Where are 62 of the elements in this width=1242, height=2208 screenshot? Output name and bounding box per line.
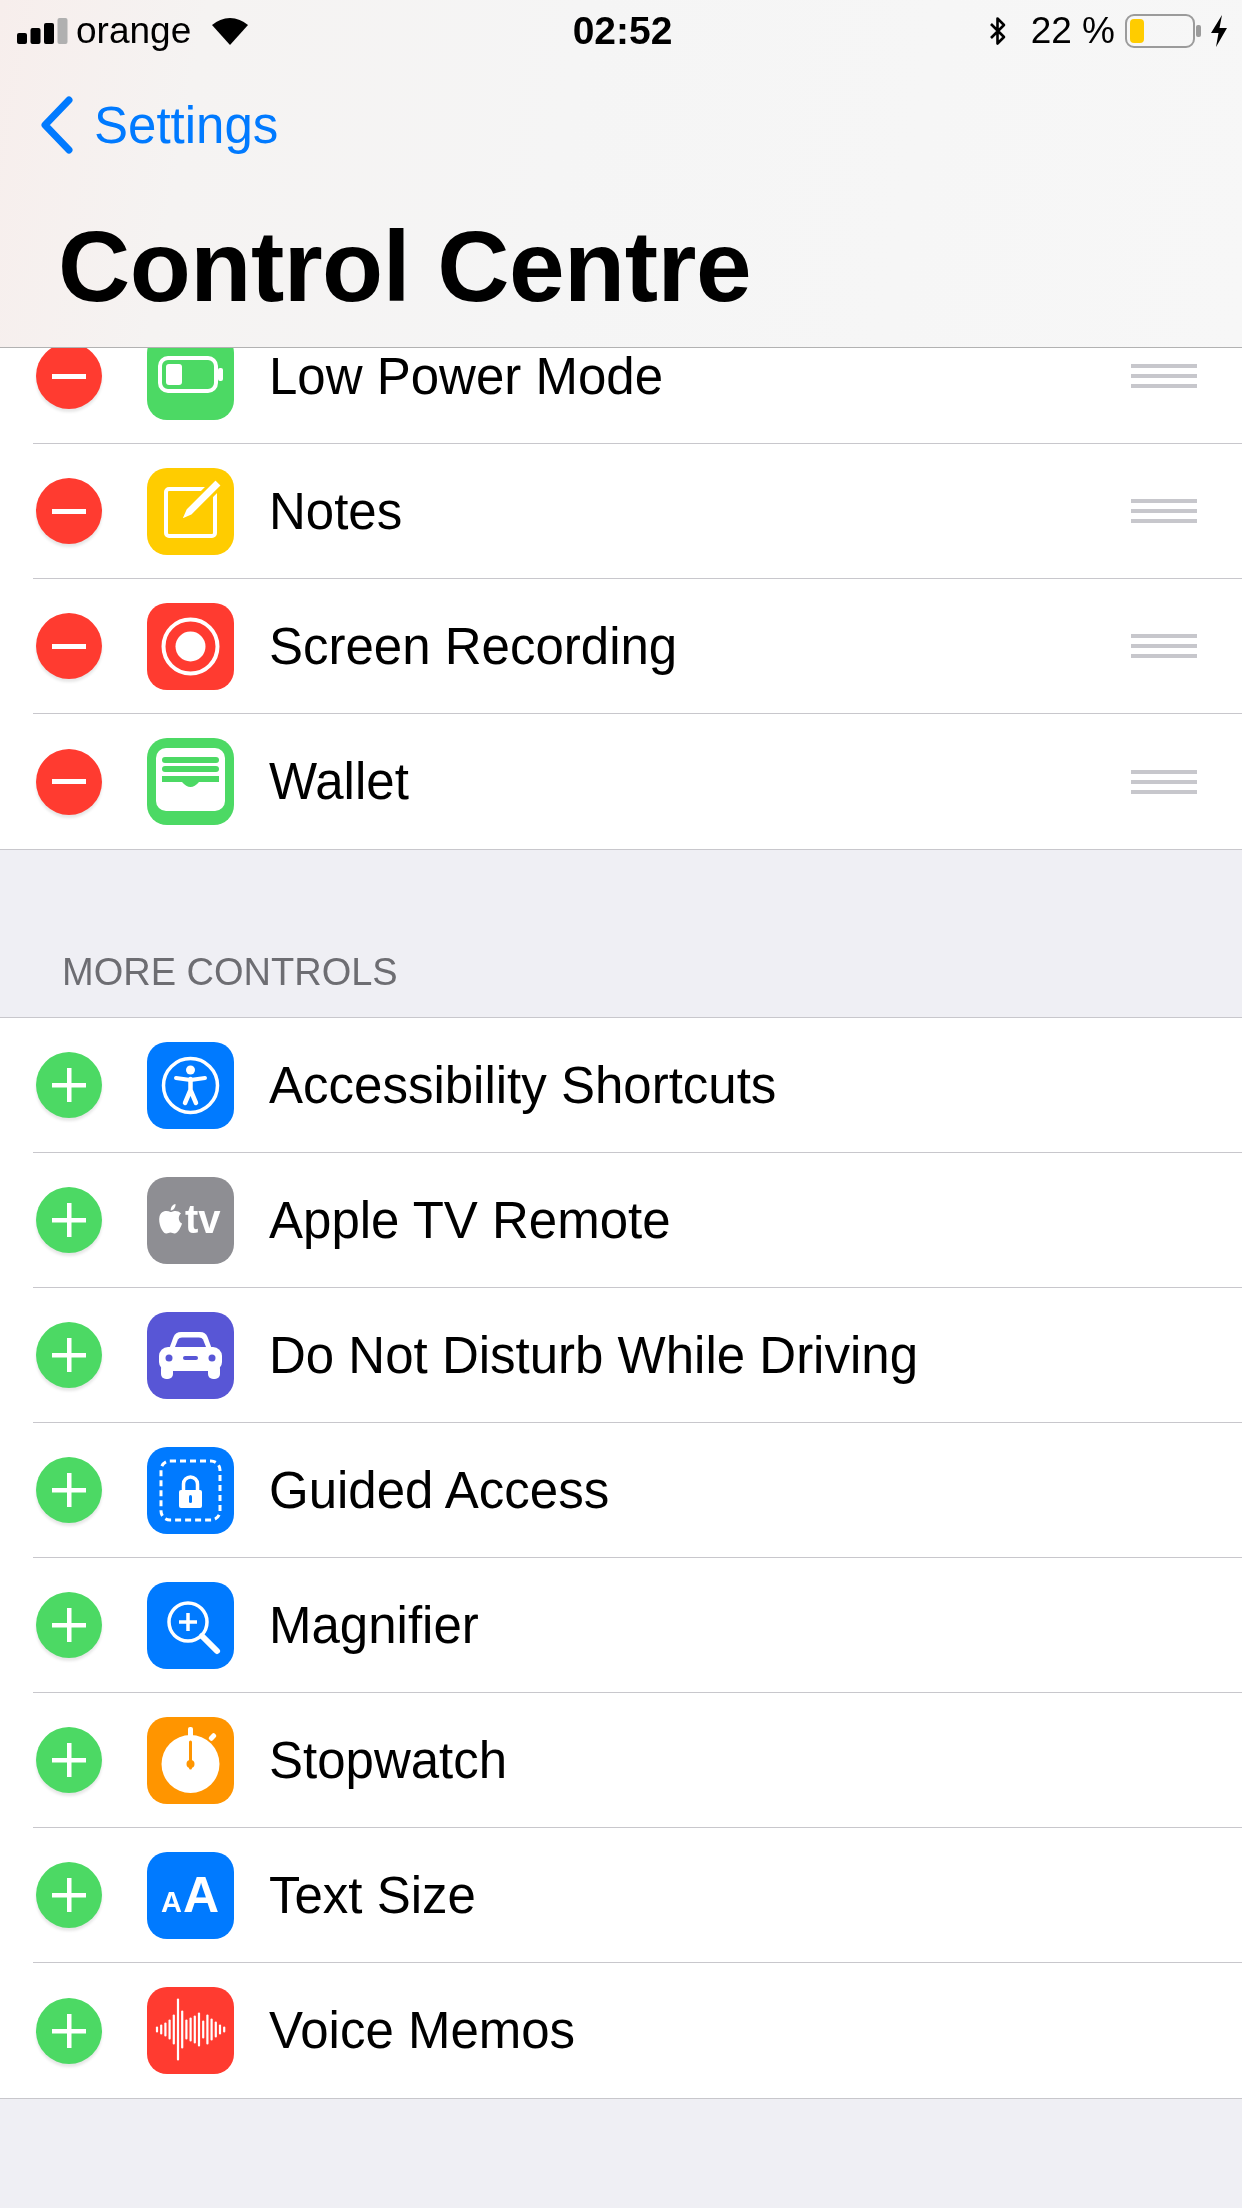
battery-percentage: 22 % [1030,10,1115,52]
control-label: Wallet [269,752,410,811]
carrier-name: orange [76,10,192,52]
drag-handle-icon[interactable] [1131,769,1197,794]
wifi-icon [211,17,250,45]
control-label: Stopwatch [269,1730,509,1790]
plus-icon [52,1068,86,1102]
waveform-icon [147,1987,234,2074]
stopwatch-icon [147,1716,234,1804]
add-button[interactable] [36,1862,102,1928]
drag-handle-icon[interactable] [1131,499,1197,523]
remove-button[interactable] [36,348,102,409]
remove-button[interactable] [36,478,102,544]
minus-icon [52,373,86,379]
plus-icon [52,1338,86,1372]
add-button[interactable] [36,1727,102,1793]
add-button[interactable] [36,1997,102,2064]
plus-icon [52,1473,86,1507]
add-button[interactable] [36,1592,102,1658]
control-label: Apple TV Remote [269,1190,672,1250]
minus-icon [52,643,86,649]
charging-bolt-icon [1210,15,1228,47]
drag-handle-icon[interactable] [1131,364,1197,388]
add-button[interactable] [36,1187,102,1253]
accessibility-person-icon [147,1041,234,1129]
back-button[interactable]: Settings [37,95,279,155]
bluetooth-icon [988,15,1007,47]
clock-time: 02:52 [572,9,673,53]
car-icon [147,1311,234,1399]
notepad-pencil-icon [147,467,234,555]
battery-icon [1125,14,1202,48]
remove-button[interactable] [36,748,102,815]
control-label: Notes [269,481,404,541]
wallet-icon [147,738,234,825]
signal-bars-icon [17,18,68,44]
plus-icon [52,1608,86,1642]
add-button[interactable] [36,1052,102,1118]
add-button[interactable] [36,1457,102,1523]
control-label: Low Power Mode [269,348,665,406]
magnifying-glass-icon [147,1581,234,1669]
section-header: MORE CONTROLS [62,950,398,995]
tv-logo-icon: tv [147,1176,234,1264]
minus-icon [52,779,86,784]
plus-icon [52,1878,86,1912]
plus-icon [52,1743,86,1777]
add-button[interactable] [36,1322,102,1388]
letters-icon: AA [147,1851,234,1939]
page-title: Control Centre [57,209,751,324]
control-label: Accessibility Shortcuts [269,1055,778,1115]
control-label: Screen Recording [269,616,679,676]
control-label: Do Not Disturb While Driving [269,1325,919,1385]
padlock-icon [147,1446,234,1534]
minus-icon [52,508,86,514]
drag-handle-icon[interactable] [1131,634,1197,658]
record-icon [147,602,234,690]
plus-icon [52,2013,86,2048]
remove-button[interactable] [36,613,102,679]
plus-icon [52,1203,86,1237]
control-label: Voice Memos [269,2001,577,2060]
control-label: Guided Access [269,1460,611,1520]
control-label: Magnifier [269,1595,480,1655]
control-label: Text Size [269,1865,477,1925]
